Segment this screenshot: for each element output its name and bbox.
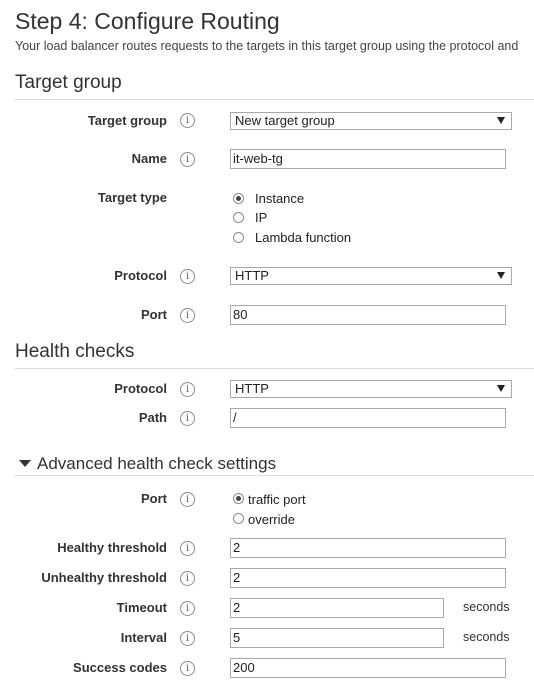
timeout-label: Timeout [116,600,167,615]
info-icon[interactable]: i [180,411,195,426]
target-type-option-lambda: Lambda function [255,230,352,245]
unhealthy-threshold-label: Unhealthy threshold [41,570,167,585]
chevron-down-icon [497,117,505,124]
info-icon[interactable]: i [180,541,195,556]
info-icon[interactable]: i [180,152,195,167]
caret-down-icon[interactable] [19,460,31,467]
health-protocol-label: Protocol [114,381,167,396]
target-type-radio-lambda[interactable] [233,232,244,243]
target-type-option-instance: Instance [255,191,305,206]
interval-input[interactable]: 5 [230,628,444,648]
section-divider [15,368,534,369]
port-label: Port [141,307,167,322]
section-title-target-group: Target group [15,72,122,93]
info-icon[interactable]: i [180,661,195,676]
advanced-port-radio-traffic[interactable] [233,493,244,504]
page-description: Your load balancer routes requests to th… [15,39,519,53]
health-path-label: Path [138,410,167,425]
section-title-health-checks: Health checks [15,341,135,362]
advanced-port-option-override: override [248,512,295,527]
advanced-port-radio-override[interactable] [233,513,244,524]
advanced-port-option-traffic: traffic port [248,492,306,507]
protocol-select[interactable]: HTTP [230,267,512,285]
page-title: Step 4: Configure Routing [15,8,280,34]
target-group-label: Target group [87,113,167,128]
info-icon[interactable]: i [180,269,195,284]
healthy-threshold-label: Healthy threshold [57,540,167,555]
target-group-select[interactable]: New target group [230,112,512,130]
name-input[interactable]: it-web-tg [230,149,506,169]
info-icon[interactable]: i [180,492,195,507]
info-icon[interactable]: i [180,601,195,616]
unhealthy-threshold-input[interactable]: 2 [230,568,506,588]
health-protocol-select[interactable]: HTTP [230,380,512,398]
chevron-down-icon [497,272,505,279]
timeout-unit: seconds [463,600,510,614]
target-type-option-ip: IP [255,210,268,225]
advanced-settings-toggle[interactable]: Advanced health check settings [37,454,276,474]
section-divider [15,99,534,100]
port-input[interactable]: 80 [230,305,506,325]
advanced-port-label: Port [141,491,167,506]
health-path-input[interactable]: / [230,408,506,428]
info-icon[interactable]: i [180,113,195,128]
interval-unit: seconds [463,630,510,644]
healthy-threshold-input[interactable]: 2 [230,538,506,558]
health-protocol-select-value: HTTP [235,381,269,396]
info-icon[interactable]: i [180,571,195,586]
target-type-label: Target type [97,190,167,205]
success-codes-label: Success codes [73,660,167,675]
success-codes-input[interactable]: 200 [230,658,506,678]
target-group-select-value: New target group [235,113,335,128]
section-divider [15,475,534,476]
info-icon[interactable]: i [180,382,195,397]
name-label: Name [131,151,167,166]
protocol-label: Protocol [114,268,167,283]
chevron-down-icon [497,385,505,392]
timeout-input[interactable]: 2 [230,598,444,618]
interval-label: Interval [120,630,167,645]
info-icon[interactable]: i [180,631,195,646]
target-type-radio-ip[interactable] [233,212,244,223]
target-type-radio-instance[interactable] [233,193,244,204]
protocol-select-value: HTTP [235,268,269,283]
info-icon[interactable]: i [180,308,195,323]
